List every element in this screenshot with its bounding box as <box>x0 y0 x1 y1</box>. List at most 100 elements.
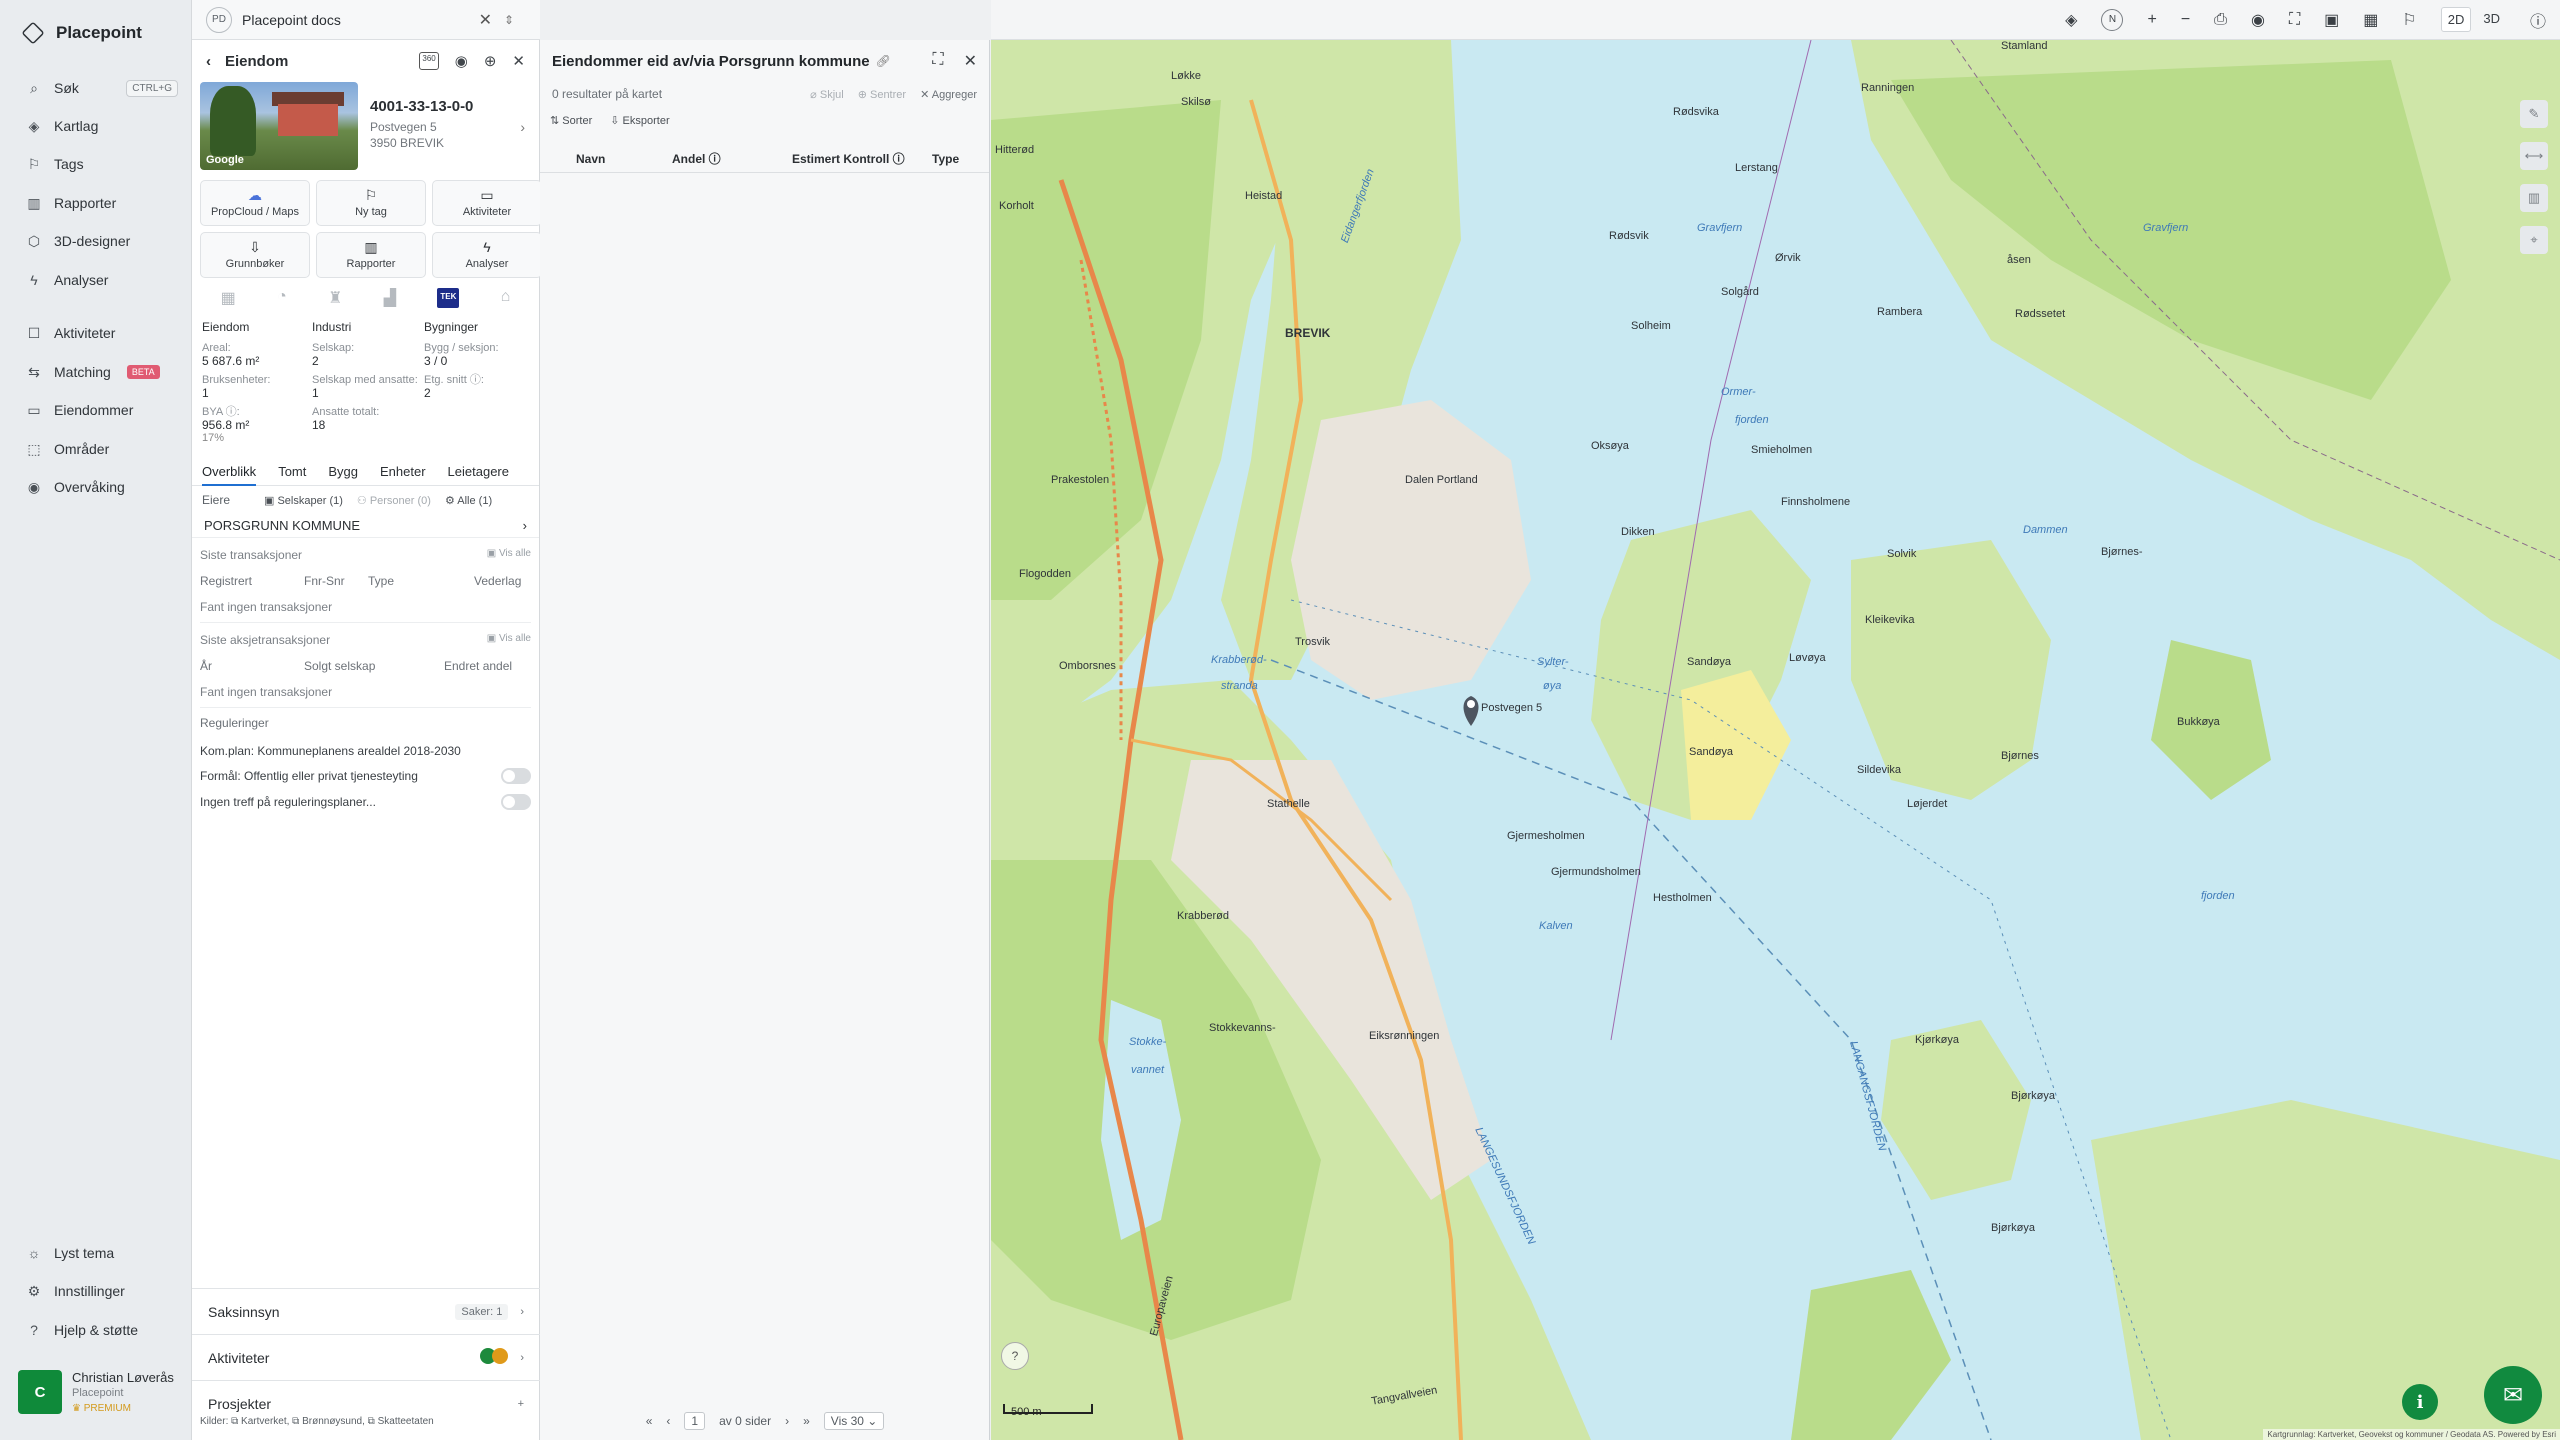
owner-row[interactable]: PORSGRUNN KOMMUNE › <box>192 514 539 538</box>
new-tag-button[interactable]: ⚐ Ny tag <box>316 180 426 226</box>
info-button[interactable]: i <box>2402 1384 2438 1420</box>
nav-item-settings[interactable]: ⚙ Innstillinger <box>0 1274 192 1308</box>
filter-persons[interactable]: ⚇ Personer (0) <box>357 494 431 507</box>
activities-button[interactable]: ▭ Aktiviteter <box>432 180 542 226</box>
tab-leietagere[interactable]: Leietagere <box>448 464 509 479</box>
land-registry-button[interactable]: ⇩ Grunnbøker <box>200 232 310 278</box>
bars-icon[interactable]: ▟ <box>384 288 396 308</box>
zoning-toggle[interactable] <box>501 794 531 810</box>
street-view-image[interactable]: Google <box>200 82 358 170</box>
fullscreen-icon[interactable]: ⛶ <box>932 51 943 71</box>
column-header-control[interactable]: Estimert Kontroll ⓘ <box>792 150 932 167</box>
nav-item-tags[interactable]: ⚐ Tags <box>0 147 192 181</box>
expand-collapse-icon[interactable]: ⇕ <box>504 13 514 27</box>
reports-button[interactable]: ▥ Rapporter <box>316 232 426 278</box>
measure-icon[interactable]: ⟷ <box>2520 142 2548 170</box>
saksinnsyn-row[interactable]: Saksinnsyn Saker: 1 › <box>192 1288 540 1334</box>
mode-3d-button[interactable]: 3D <box>2477 7 2506 32</box>
eye-icon[interactable]: ◉ <box>2251 10 2265 30</box>
plus-icon[interactable]: + <box>518 1398 524 1410</box>
nav-item-sok[interactable]: ⌕ Søk CTRL+G <box>0 71 192 105</box>
chart-icon[interactable]: ▥ <box>2520 184 2548 212</box>
chat-button[interactable]: ✉ <box>2484 1366 2542 1424</box>
tab-tomt[interactable]: Tomt <box>278 464 306 479</box>
layers-stack-icon[interactable]: ◈ <box>2065 10 2077 30</box>
nav-item-light-theme[interactable]: ☼ Lyst tema <box>0 1236 192 1270</box>
draw-icon[interactable]: ✎ <box>2520 100 2548 128</box>
page-size-select[interactable]: Vis 30 ⌄ <box>823 1412 885 1430</box>
link-icon[interactable]: 🔗︎ <box>876 54 891 68</box>
nav-item-kartlag[interactable]: ◈ Kartlag <box>0 109 192 143</box>
hide-button[interactable]: ⌀ Skjul <box>810 88 844 101</box>
analyses-button[interactable]: ϟ Analyser <box>432 232 542 278</box>
street-view-360-icon[interactable]: 360 <box>419 52 439 70</box>
column-header-type[interactable]: Type <box>932 152 959 166</box>
activities-row[interactable]: Aktiviteter › <box>192 1334 540 1380</box>
eye-icon[interactable]: ◉ <box>455 52 468 70</box>
first-page-icon[interactable]: « <box>646 1414 653 1428</box>
locate-icon[interactable]: ⊕ <box>484 52 497 70</box>
show-all-link[interactable]: ▣ Vis alle <box>487 548 531 562</box>
tab-overblikk[interactable]: Overblikk <box>202 464 257 486</box>
print-icon[interactable]: ⎙ <box>2214 11 2227 29</box>
plan-label: PREMIUM <box>83 1403 131 1414</box>
fullscreen-icon[interactable]: ⛶ <box>2289 11 2300 29</box>
property-summary[interactable]: Google 4001-33-13-0-0 Postvegen 5 3950 B… <box>192 82 539 172</box>
user-profile[interactable]: C Christian Løverås Placepoint ♛ PREMIUM <box>18 1370 174 1414</box>
brand[interactable]: Placepoint <box>0 0 191 66</box>
filter-all[interactable]: ⚙ Alle (1) <box>445 494 492 507</box>
center-button[interactable]: ⊕ Sentrer <box>858 88 906 101</box>
next-page-icon[interactable]: › <box>785 1414 789 1428</box>
filter-companies[interactable]: ▣ Selskaper (1) <box>264 494 343 507</box>
column-header-share[interactable]: Andel ⓘ <box>672 150 792 167</box>
zoom-in-icon[interactable]: + <box>2147 11 2156 29</box>
map-label-gjermundsholmen: Gjermundsholmen <box>1551 866 1641 878</box>
grid-icon[interactable]: ▦ <box>2363 10 2378 30</box>
sort-button[interactable]: ⇅ Sorter <box>550 114 592 127</box>
back-icon[interactable]: ‹ <box>206 53 211 70</box>
factory-icon[interactable]: ♜ <box>328 288 342 308</box>
nav-item-omrader[interactable]: ⬚ Områder <box>0 432 192 466</box>
compass-icon[interactable]: N <box>2101 8 2124 31</box>
help-icon[interactable]: ? <box>1001 1342 1029 1370</box>
nav-item-rapporter[interactable]: ▥ Rapporter <box>0 186 192 220</box>
chevron-right-icon: › <box>520 1305 524 1318</box>
chevron-right-icon[interactable]: › <box>520 119 531 135</box>
owners-label: Eiere <box>202 493 231 507</box>
mode-2d-button[interactable]: 2D <box>2440 7 2472 32</box>
bookmark-icon[interactable]: ⚐ <box>2402 10 2416 30</box>
nav-item-analyser[interactable]: ϟ Analyser <box>0 263 192 297</box>
export-button[interactable]: ⇩ Eksporter <box>610 114 669 127</box>
property-header: ‹ Eiendom 360 ◉ ⊕ ✕ <box>192 40 539 82</box>
map-canvas[interactable]: BREVIK Heistad Løkke Hitterød Korholt Sk… <box>991 40 2560 1440</box>
nav-item-help[interactable]: ? Hjelp & støtte <box>0 1313 192 1347</box>
column-header-name[interactable]: Navn <box>576 152 672 166</box>
close-icon[interactable]: ✕ <box>512 52 525 70</box>
propcloud-button[interactable]: ☁ PropCloud / Maps <box>200 180 310 226</box>
purpose-toggle[interactable] <box>501 768 531 784</box>
nav-item-overvaking[interactable]: ◉ Overvåking <box>0 470 192 504</box>
tab-enheter[interactable]: Enheter <box>380 464 426 479</box>
tek-icon[interactable]: TEK <box>437 288 460 308</box>
nav-item-eiendommer[interactable]: ▭ Eiendommer <box>0 393 192 427</box>
house-icon[interactable]: ⌂ <box>501 288 511 308</box>
camera-icon[interactable]: ▣ <box>2324 10 2339 30</box>
close-icon[interactable]: ✕ <box>479 10 492 30</box>
ruler-icon[interactable]: ⌖ <box>2520 226 2548 254</box>
zoom-out-icon[interactable]: − <box>2181 11 2190 29</box>
municipal-plan-row[interactable]: Kom.plan: Kommuneplanens arealdel 2018-2… <box>200 744 531 758</box>
last-page-icon[interactable]: » <box>803 1414 810 1428</box>
show-all-link[interactable]: ▣ Vis alle <box>487 633 531 647</box>
info-icon[interactable]: ⓘ <box>2530 8 2546 32</box>
prev-page-icon[interactable]: ‹ <box>666 1414 670 1428</box>
aggregate-button[interactable]: ✕ Aggreger <box>920 88 977 101</box>
nav-item-3d-designer[interactable]: ⬡ 3D-designer <box>0 224 192 258</box>
building-icon[interactable]: ▦ <box>221 288 236 308</box>
page-input[interactable]: 1 <box>684 1412 706 1430</box>
tab-bygg[interactable]: Bygg <box>328 464 358 479</box>
nav-item-aktiviteter[interactable]: ☐ Aktiviteter <box>0 316 192 350</box>
doc-title[interactable]: Placepoint docs <box>242 12 341 28</box>
pie-icon[interactable]: ◔ <box>277 288 287 308</box>
nav-item-matching[interactable]: ⇆ Matching BETA <box>0 355 192 389</box>
close-icon[interactable]: ✕ <box>964 51 977 71</box>
